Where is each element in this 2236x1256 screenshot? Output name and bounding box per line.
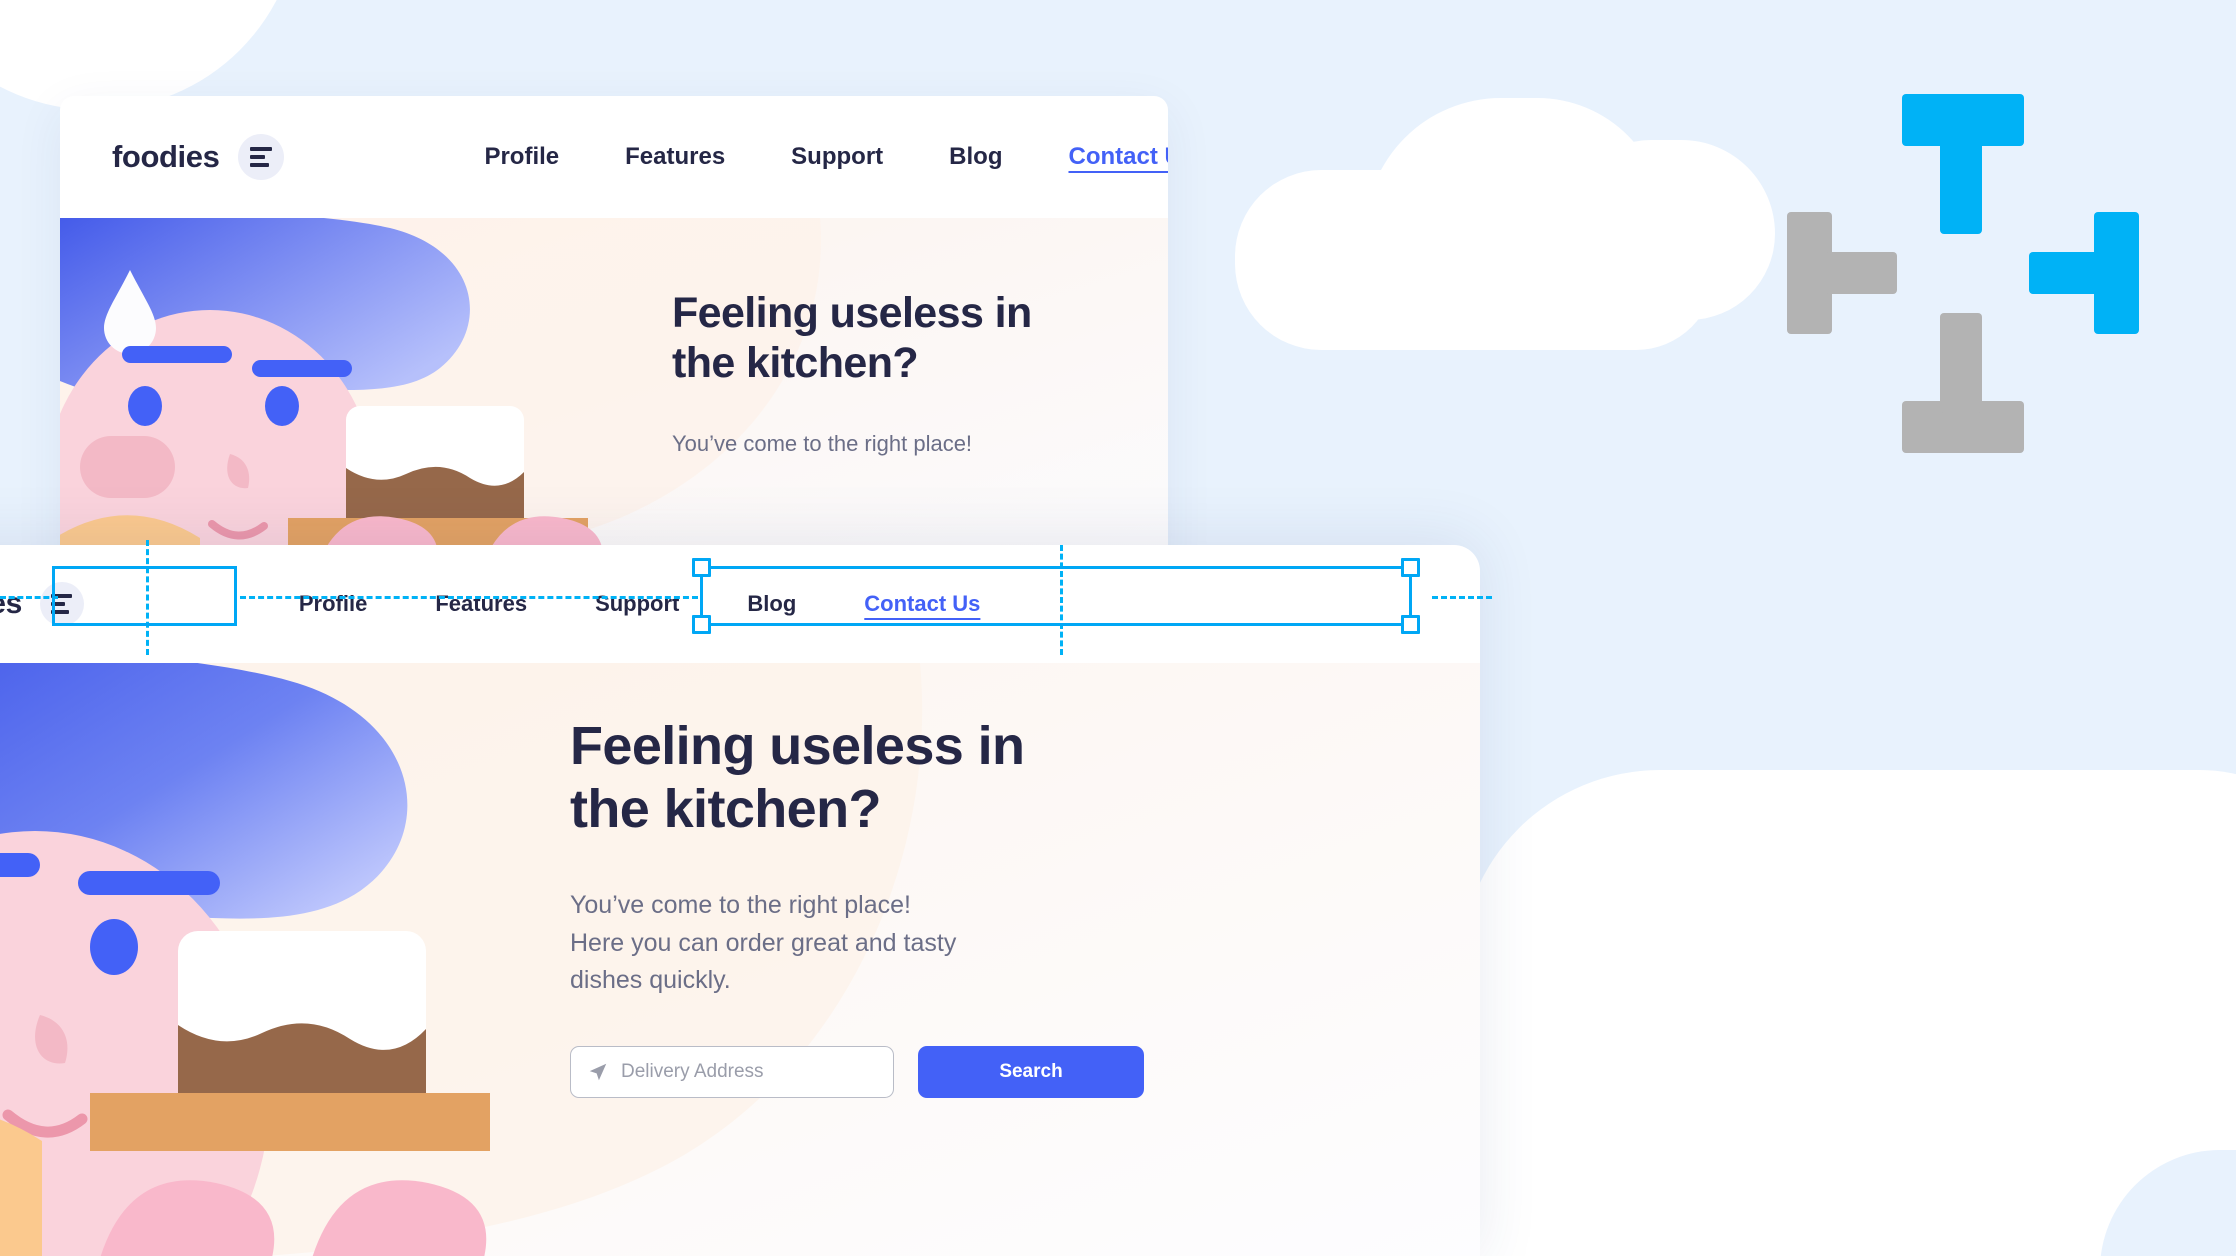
front-hero-title-line1: Feeling useless in — [570, 716, 1025, 776]
front-hero-title-line2: the kitchen? — [570, 779, 881, 840]
front-hero-subtitle-line2: Here you can order great and tasty — [570, 928, 957, 957]
back-nav-item-support[interactable]: Support — [791, 143, 883, 171]
back-nav-item-contact-us[interactable]: Contact Us — [1068, 143, 1168, 171]
cloud-bottom-right — [1460, 770, 2236, 1256]
front-hero-subtitle-line1: You’ve come to the right place! — [570, 891, 911, 920]
front-hero-copy: Feeling useless in the kitchen? You’ve c… — [570, 715, 1144, 1098]
search-button[interactable]: Search — [918, 1045, 1144, 1098]
front-nav-item-support[interactable]: Support — [595, 591, 679, 617]
back-card-hero: Feeling useless in the kitchen? You’ve c… — [60, 218, 1168, 576]
back-nav-links: Profile Features Support Blog Contact Us — [484, 143, 1168, 171]
t-marker-right-icon — [2029, 212, 2139, 334]
back-brand[interactable]: foodies — [112, 134, 285, 180]
front-brand-name: foodies — [0, 587, 22, 620]
back-nav-item-blog[interactable]: Blog — [949, 143, 1002, 171]
front-chef-illustration — [0, 663, 660, 1256]
back-chef-illustration — [60, 218, 660, 576]
t-marker-bottom-icon — [1902, 313, 2024, 453]
front-nav-item-profile[interactable]: Profile — [299, 591, 367, 617]
t-marker-top-icon — [1902, 94, 2024, 234]
front-nav-item-features[interactable]: Features — [435, 591, 527, 617]
front-card-hero: Feeling useless in the kitchen? You’ve c… — [0, 663, 1480, 1256]
back-nav-item-features[interactable]: Features — [625, 143, 725, 171]
back-brand-name: foodies — [112, 139, 220, 174]
delivery-search-row: Delivery Address Search — [570, 1045, 1144, 1098]
front-nav-links: Profile Features Support Blog Contact Us — [299, 591, 981, 617]
front-card-navbar: foodies Profile Features Support Blog Co… — [0, 545, 1480, 663]
cloud-top-left — [0, 0, 300, 110]
front-hero-subtitle-line3: dishes quickly. — [570, 966, 731, 995]
back-browser-card: foodies Profile Features Support Blog Co… — [60, 96, 1168, 576]
back-hero-copy: Feeling useless in the kitchen? You’ve c… — [672, 288, 1032, 460]
menu-lines-icon[interactable] — [39, 582, 84, 626]
delivery-address-placeholder: Delivery Address — [621, 1060, 764, 1082]
t-marker-left-icon — [1787, 212, 1897, 334]
menu-lines-icon[interactable] — [238, 134, 285, 180]
canvas-stage: foodies Profile Features Support Blog Co… — [0, 0, 2236, 1256]
front-brand[interactable]: foodies — [0, 582, 84, 626]
back-nav-item-profile[interactable]: Profile — [484, 143, 559, 171]
back-hero-title-line2: the kitchen? — [672, 339, 919, 388]
cloud-middle — [1235, 98, 1775, 350]
back-hero-subtitle: You’ve come to the right place! — [672, 430, 973, 456]
front-hero-subtitle: You’ve come to the right place! Here you… — [570, 887, 1144, 1000]
front-browser-card: foodies Profile Features Support Blog Co… — [0, 545, 1480, 1256]
back-card-navbar: foodies Profile Features Support Blog Co… — [60, 96, 1168, 218]
navigation-arrow-icon — [589, 1063, 607, 1081]
front-nav-item-contact-us[interactable]: Contact Us — [864, 591, 980, 617]
back-hero-title-line1: Feeling useless in — [672, 289, 1032, 337]
delivery-address-input[interactable]: Delivery Address — [570, 1045, 894, 1098]
front-nav-item-blog[interactable]: Blog — [747, 591, 796, 617]
